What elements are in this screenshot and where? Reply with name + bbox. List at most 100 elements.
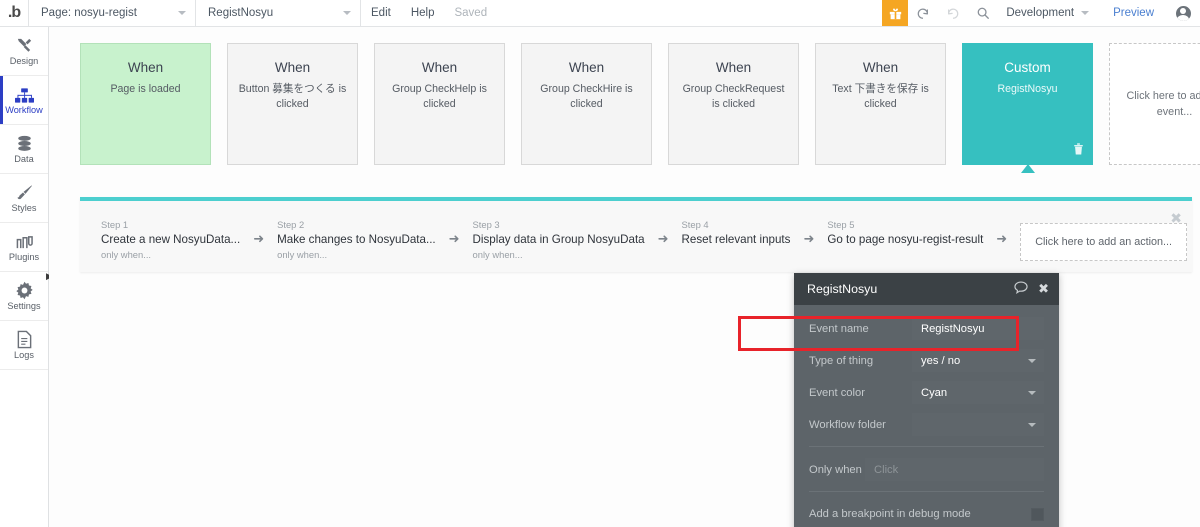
step-item-3[interactable]: Step 3 Display data in Group NosyuData o… — [473, 219, 645, 261]
step-title: Make changes to NosyuData... — [277, 233, 436, 247]
sidebar-label-styles: Styles — [11, 203, 37, 214]
event-color-label: Event color — [809, 386, 865, 399]
step-item-4[interactable]: Step 4 Reset relevant inputs — [682, 219, 791, 249]
preview-button[interactable]: Preview — [1101, 7, 1166, 19]
page-selector[interactable]: Page: nosyu-regist — [28, 0, 196, 26]
sidebar-item-workflow[interactable]: Workflow — [0, 76, 48, 125]
event-card-description: Group CheckRequest is clicked — [682, 82, 785, 110]
breakpoint-label: Add a breakpoint in debug mode — [809, 508, 971, 520]
workflow-folder-dropdown[interactable] — [912, 413, 1044, 436]
event-card-custom-registnosyu[interactable]: Custom RegistNosyu — [962, 43, 1093, 173]
event-card-checkhire-clicked[interactable]: When Group CheckHire is clicked — [521, 43, 652, 165]
help-menu[interactable]: Help — [401, 0, 445, 26]
event-card-kind: When — [421, 60, 458, 75]
step-condition: only when... — [472, 249, 523, 261]
workflow-selector[interactable]: RegistNosyu — [196, 0, 361, 26]
arrow-right-icon: ➜ — [996, 231, 1008, 246]
step-item-1[interactable]: Step 1 Create a new NosyuData... only wh… — [101, 219, 240, 261]
step-number: Step 5 — [827, 219, 855, 230]
step-number: Step 3 — [472, 219, 500, 230]
add-action-placeholder[interactable]: Click here to add an action... — [1020, 223, 1188, 261]
step-title: Go to page nosyu-regist-result — [827, 233, 984, 247]
sidebar-item-settings[interactable]: Settings — [0, 272, 48, 321]
step-number: Step 1 — [101, 219, 129, 230]
version-selector[interactable]: Development — [998, 0, 1101, 26]
event-card-description: Group CheckHelp is clicked — [392, 82, 487, 110]
sidebar-item-data[interactable]: Data — [0, 125, 48, 174]
chevron-down-icon — [343, 11, 351, 15]
sidebar-item-logs[interactable]: Logs — [0, 321, 48, 370]
sidebar-item-plugins[interactable]: Plugins — [0, 223, 48, 272]
event-card-kind: When — [715, 60, 752, 75]
arrow-right-icon: ➜ — [657, 231, 669, 246]
arrow-right-icon: ➜ — [448, 231, 460, 246]
event-card-kind: When — [127, 60, 164, 75]
type-of-thing-dropdown[interactable]: yes / no — [912, 349, 1044, 372]
edit-menu[interactable]: Edit — [361, 0, 401, 26]
step-number: Step 4 — [681, 219, 709, 230]
sidebar-label-plugins: Plugins — [8, 252, 40, 263]
breakpoint-checkbox[interactable] — [1031, 507, 1044, 521]
event-color-dropdown[interactable]: Cyan — [912, 381, 1044, 404]
sidebar-item-styles[interactable]: Styles — [0, 174, 48, 223]
undo-icon[interactable] — [908, 0, 938, 26]
saved-status: Saved — [454, 7, 488, 19]
field-row-only-when: Only when Click — [794, 454, 1059, 485]
step-title: Display data in Group NosyuData — [472, 233, 645, 247]
step-item-5[interactable]: Step 5 Go to page nosyu-regist-result — [827, 219, 983, 249]
add-event-placeholder[interactable]: Click here to add an event... — [1109, 43, 1200, 165]
event-card-description: RegistNosyu — [997, 82, 1058, 95]
type-of-thing-label: Type of thing — [809, 354, 874, 367]
comment-bubble-icon[interactable] — [1014, 281, 1028, 297]
step-item-2[interactable]: Step 2 Make changes to NosyuData... only… — [277, 219, 436, 261]
event-card-description: Button 募集をつくる is clicked — [238, 82, 347, 110]
chevron-down-icon — [1028, 390, 1036, 395]
avatar[interactable] — [1166, 0, 1200, 26]
panel-divider — [809, 446, 1044, 447]
database-icon — [15, 133, 34, 153]
gift-icon[interactable] — [882, 0, 909, 26]
document-icon — [16, 329, 33, 349]
event-card-kind: When — [862, 60, 899, 75]
step-title: Create a new NosyuData... — [101, 233, 241, 247]
panel-header: RegistNosyu ✖ — [794, 273, 1059, 305]
chevron-down-icon — [178, 11, 186, 15]
sidebar-label-workflow: Workflow — [5, 105, 43, 116]
close-icon[interactable]: ✖ — [1038, 281, 1049, 297]
event-card-checkrequest-clicked[interactable]: When Group CheckRequest is clicked — [668, 43, 799, 165]
workflow-folder-label: Workflow folder — [809, 418, 886, 431]
avatar-image — [1175, 5, 1191, 21]
event-card-button-clicked[interactable]: When Button 募集をつくる is clicked — [227, 43, 358, 165]
actions-panel: ✖ Step 1 Create a new NosyuData... only … — [80, 197, 1192, 272]
arrow-right-icon: ➜ — [803, 231, 815, 246]
page-selector-label: Page: nosyu-regist — [41, 7, 137, 19]
sidebar-item-design[interactable]: Design — [0, 27, 48, 76]
event-card-checkhelp-clicked[interactable]: When Group CheckHelp is clicked — [374, 43, 505, 165]
event-card-kind: When — [274, 60, 311, 75]
workflow-canvas: When Page is loaded When Button 募集をつくる i… — [49, 27, 1200, 527]
only-when-input[interactable]: Click — [865, 458, 1044, 481]
delete-event-icon[interactable] — [1073, 143, 1084, 158]
type-of-thing-value: yes / no — [921, 354, 961, 367]
only-when-label: Only when — [809, 463, 862, 476]
event-name-input[interactable]: RegistNosyu — [912, 317, 1044, 340]
sidebar-label-data: Data — [14, 154, 34, 165]
event-color-value: Cyan — [921, 386, 948, 399]
step-title: Reset relevant inputs — [681, 233, 791, 247]
search-icon[interactable] — [968, 0, 998, 26]
event-card-text-clicked[interactable]: When Text 下書きを保存 is clicked — [815, 43, 946, 165]
event-name-label: Event name — [809, 322, 869, 335]
close-icon[interactable]: ✖ — [1170, 210, 1182, 227]
gear-icon — [15, 280, 34, 300]
panel-divider — [809, 491, 1044, 492]
paintbrush-icon — [15, 182, 34, 202]
breakpoint-row[interactable]: Add a breakpoint in debug mode — [794, 499, 1059, 527]
steps-list: Step 1 Create a new NosyuData... only wh… — [80, 201, 1192, 261]
panel-title: RegistNosyu — [807, 282, 878, 296]
only-when-placeholder: Click — [874, 463, 899, 476]
bubble-logo[interactable]: .b — [0, 0, 28, 26]
workflow-selector-label: RegistNosyu — [208, 7, 274, 19]
sidebar-label-settings: Settings — [7, 301, 41, 312]
redo-icon[interactable] — [938, 0, 968, 26]
event-card-page-loaded[interactable]: When Page is loaded — [80, 43, 211, 165]
